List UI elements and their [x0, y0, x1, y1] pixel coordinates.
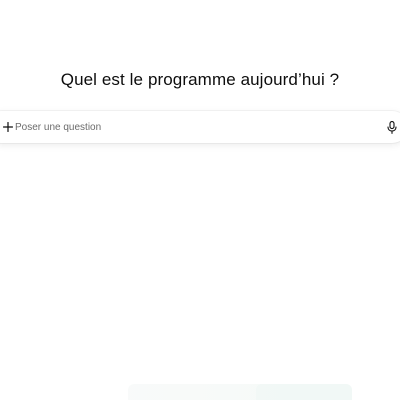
- page-title: Quel est le programme aujourd’hui ?: [60, 70, 340, 89]
- composer: [0, 111, 400, 143]
- suggestion-bar-hint: [128, 384, 352, 400]
- main-view: Quel est le programme aujourd’hui ?: [0, 0, 400, 400]
- plus-icon: [3, 122, 13, 132]
- suggestion-pill-hint: [256, 384, 352, 400]
- microphone-icon: [387, 120, 397, 134]
- voice-input-button[interactable]: [385, 119, 399, 135]
- question-input[interactable]: [15, 118, 355, 136]
